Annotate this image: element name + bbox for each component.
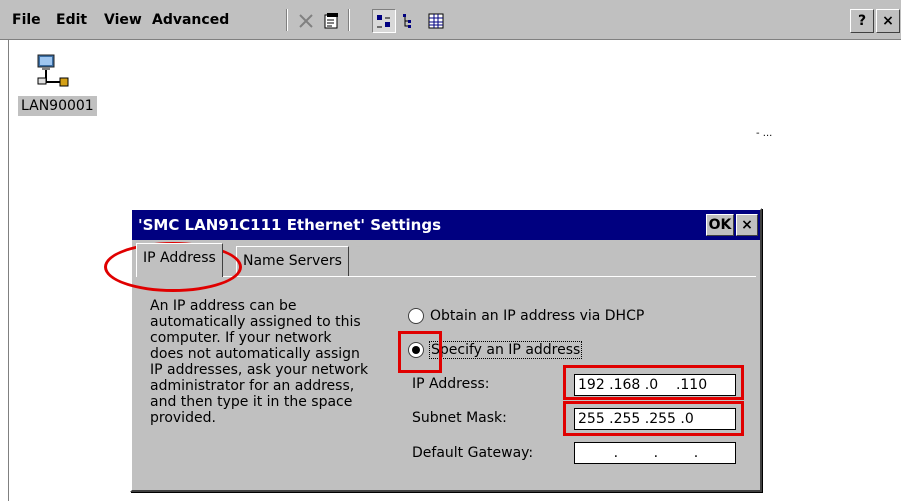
annotation-box-subnet [563,401,744,436]
radio-specify-label: Specify an IP address [428,341,583,359]
default-gateway-label: Default Gateway: [412,445,534,461]
details-tree-view-icon[interactable] [398,9,422,33]
dialog-title: 'SMC LAN91C111 Ethernet' Settings [138,216,441,234]
tab-name-servers[interactable]: Name Servers [236,246,349,276]
connection-label[interactable]: LAN90001 [18,96,97,116]
large-icons-view-icon[interactable] [372,9,396,33]
toolbar-separator [348,9,350,31]
menu-bar: File Edit View Advanced ? × [0,0,901,40]
network-connection-icon[interactable] [34,52,74,92]
toolbar-separator [286,9,288,31]
radio-dhcp-label: Obtain an IP address via DHCP [430,308,645,324]
help-button[interactable]: ? [850,9,874,33]
ok-button[interactable]: OK [706,214,734,236]
tab-ip-address[interactable]: IP Address [136,243,223,277]
menu-edit[interactable]: Edit [56,12,87,28]
radio-circle[interactable] [408,308,424,324]
default-gateway-field[interactable]: . . . [574,442,736,464]
ip-address-label: IP Address: [412,376,490,392]
radio-dhcp[interactable]: Obtain an IP address via DHCP [408,308,644,324]
properties-icon[interactable] [320,9,344,33]
menu-file[interactable]: File [12,12,41,28]
dialog-close-button[interactable]: × [736,214,758,236]
annotation-box-radio [398,331,442,373]
delete-icon[interactable] [294,9,318,33]
dialog-titlebar: 'SMC LAN91C111 Ethernet' Settings OK × [132,210,760,240]
window-close-button[interactable]: × [876,9,900,33]
list-view-icon[interactable] [424,9,448,33]
stray-mark: - ... [756,128,773,139]
menu-advanced[interactable]: Advanced [152,12,229,28]
menu-view[interactable]: View [104,12,142,28]
help-description: An IP address can be automatically assig… [150,298,369,426]
annotation-box-ip [563,365,744,400]
subnet-mask-label: Subnet Mask: [412,410,507,426]
window-edge [8,40,9,501]
